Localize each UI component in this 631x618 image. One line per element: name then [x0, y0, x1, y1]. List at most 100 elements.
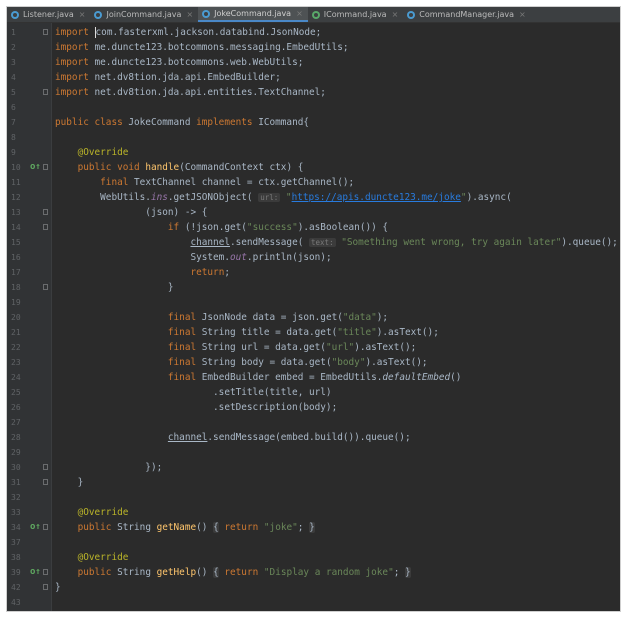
- line-number: 31: [11, 478, 21, 487]
- code-line: System.out.println(json);: [55, 250, 332, 265]
- line-number: 23: [11, 358, 21, 367]
- fold-marker-icon[interactable]: [43, 569, 48, 575]
- code-token: (): [450, 372, 462, 383]
- line-number-gutter: 1 2 3 4 5 6 7 8 9 10 o↑ 11 12 13 14 15 16 17 18 19 20 21 22 23 2…: [7, 23, 52, 611]
- code-token: "Something went wrong, try again later": [341, 237, 562, 248]
- line-number: 20: [11, 313, 21, 322]
- gutter-line: 26: [7, 400, 52, 415]
- override-method-icon[interactable]: o↑: [30, 567, 41, 577]
- gutter-line: 5: [7, 85, 52, 100]
- gutter-line: 6: [7, 100, 52, 115]
- code-token: net.dv8tion.jda.api.EmbedBuilder;: [88, 72, 281, 83]
- code-token: ).asBoolean()) {: [297, 222, 389, 233]
- code-token: "body": [331, 357, 366, 368]
- close-icon[interactable]: ×: [186, 10, 193, 19]
- code-token: return: [224, 567, 259, 578]
- code-line: }: [55, 475, 84, 490]
- close-icon[interactable]: ×: [519, 10, 526, 19]
- override-method-icon[interactable]: o↑: [30, 162, 41, 172]
- folded-region[interactable]: }: [309, 522, 315, 533]
- class-icon: [11, 10, 19, 19]
- code-token: JsonNode data = json.get(: [196, 312, 343, 323]
- line-number: 13: [11, 208, 21, 217]
- code-line: channel.sendMessage(embed.build()).queue…: [55, 430, 411, 445]
- gutter-line: 8: [7, 130, 52, 145]
- fold-marker-icon[interactable]: [43, 464, 48, 470]
- code-token: String body = data.get(: [196, 357, 332, 368]
- code-line: @Override: [55, 145, 129, 160]
- code-token: "Display a random joke": [263, 567, 394, 578]
- code-token: public: [77, 567, 112, 578]
- code-token: ;: [224, 267, 230, 278]
- close-icon[interactable]: ×: [392, 10, 399, 19]
- tab-icommand[interactable]: ICommand.java ×: [308, 7, 403, 22]
- code-line: if (!json.get("success").asBoolean()) {: [55, 220, 388, 235]
- code-token: String title = data.get(: [196, 327, 338, 338]
- line-number: 5: [11, 88, 16, 97]
- class-icon: [202, 9, 211, 18]
- close-icon[interactable]: ×: [296, 9, 303, 18]
- code-editor[interactable]: import com.fasterxml.jackson.databind.Js…: [52, 23, 620, 611]
- code-token: defaultEmbed: [382, 372, 451, 383]
- code-token: final: [167, 357, 197, 368]
- tab-commandmanager[interactable]: CommandManager.java ×: [403, 7, 530, 22]
- line-number: 33: [11, 508, 21, 517]
- parameter-hint: url:: [258, 193, 281, 202]
- code-token: public void: [77, 162, 140, 173]
- code-token: ICommand{: [252, 117, 310, 128]
- fold-marker-icon[interactable]: [43, 284, 48, 290]
- code-token: import: [55, 72, 89, 83]
- code-token: WebUtils.: [55, 192, 151, 203]
- code-token: ).asText();: [376, 327, 439, 338]
- fold-marker-icon[interactable]: [43, 524, 48, 530]
- code-line: final TextChannel channel = ctx.getChann…: [55, 175, 354, 190]
- line-number: 3: [11, 58, 16, 67]
- line-number: 27: [11, 418, 21, 427]
- tab-joincommand[interactable]: JoinCommand.java ×: [90, 7, 198, 22]
- fold-marker-icon[interactable]: [43, 479, 48, 485]
- fold-marker-icon[interactable]: [43, 209, 48, 215]
- fold-marker-icon[interactable]: [43, 584, 48, 590]
- gutter-line: 30: [7, 460, 52, 475]
- gutter-line: 11: [7, 175, 52, 190]
- override-method-icon[interactable]: o↑: [30, 522, 41, 532]
- close-icon[interactable]: ×: [79, 10, 86, 19]
- fold-marker-icon[interactable]: [43, 164, 48, 170]
- line-number: 43: [11, 598, 21, 607]
- gutter-line: 22: [7, 340, 52, 355]
- fold-marker-icon[interactable]: [43, 224, 48, 230]
- gutter-line: 38: [7, 550, 52, 565]
- code-line: import me.duncte123.botcommons.messaging…: [55, 40, 349, 55]
- code-token: if: [167, 222, 180, 233]
- line-number: 30: [11, 463, 21, 472]
- gutter-line: 19: [7, 295, 52, 310]
- code-token: ;: [393, 567, 406, 578]
- fold-marker-icon[interactable]: [43, 29, 48, 35]
- gutter-line: 29: [7, 445, 52, 460]
- code-line: public String getHelp() { return "Displa…: [55, 565, 411, 580]
- class-icon: [407, 10, 416, 19]
- code-token: me.duncte123.botcommons.web.WebUtils;: [88, 57, 304, 68]
- code-token: import: [55, 57, 89, 68]
- fold-marker-icon[interactable]: [43, 89, 48, 95]
- gutter-line: 1: [7, 25, 52, 40]
- code-token: });: [55, 462, 163, 473]
- tab-jokecommand[interactable]: JokeCommand.java ×: [198, 7, 308, 22]
- code-token: .sendMessage(embed.build()).queue();: [207, 432, 411, 443]
- code-token: import: [55, 27, 89, 38]
- gutter-line: 31: [7, 475, 52, 490]
- gutter-line: 33: [7, 505, 52, 520]
- url-link[interactable]: https://apis.duncte123.me/joke: [292, 192, 461, 203]
- tab-listener[interactable]: Listener.java ×: [7, 7, 90, 22]
- folded-region[interactable]: }: [405, 567, 411, 578]
- code-token: ;: [297, 522, 310, 533]
- line-number: 39: [11, 568, 21, 577]
- code-token: .println(json);: [246, 252, 332, 263]
- tab-label: Listener.java: [23, 10, 74, 19]
- code-token: .setDescription(body);: [55, 402, 338, 413]
